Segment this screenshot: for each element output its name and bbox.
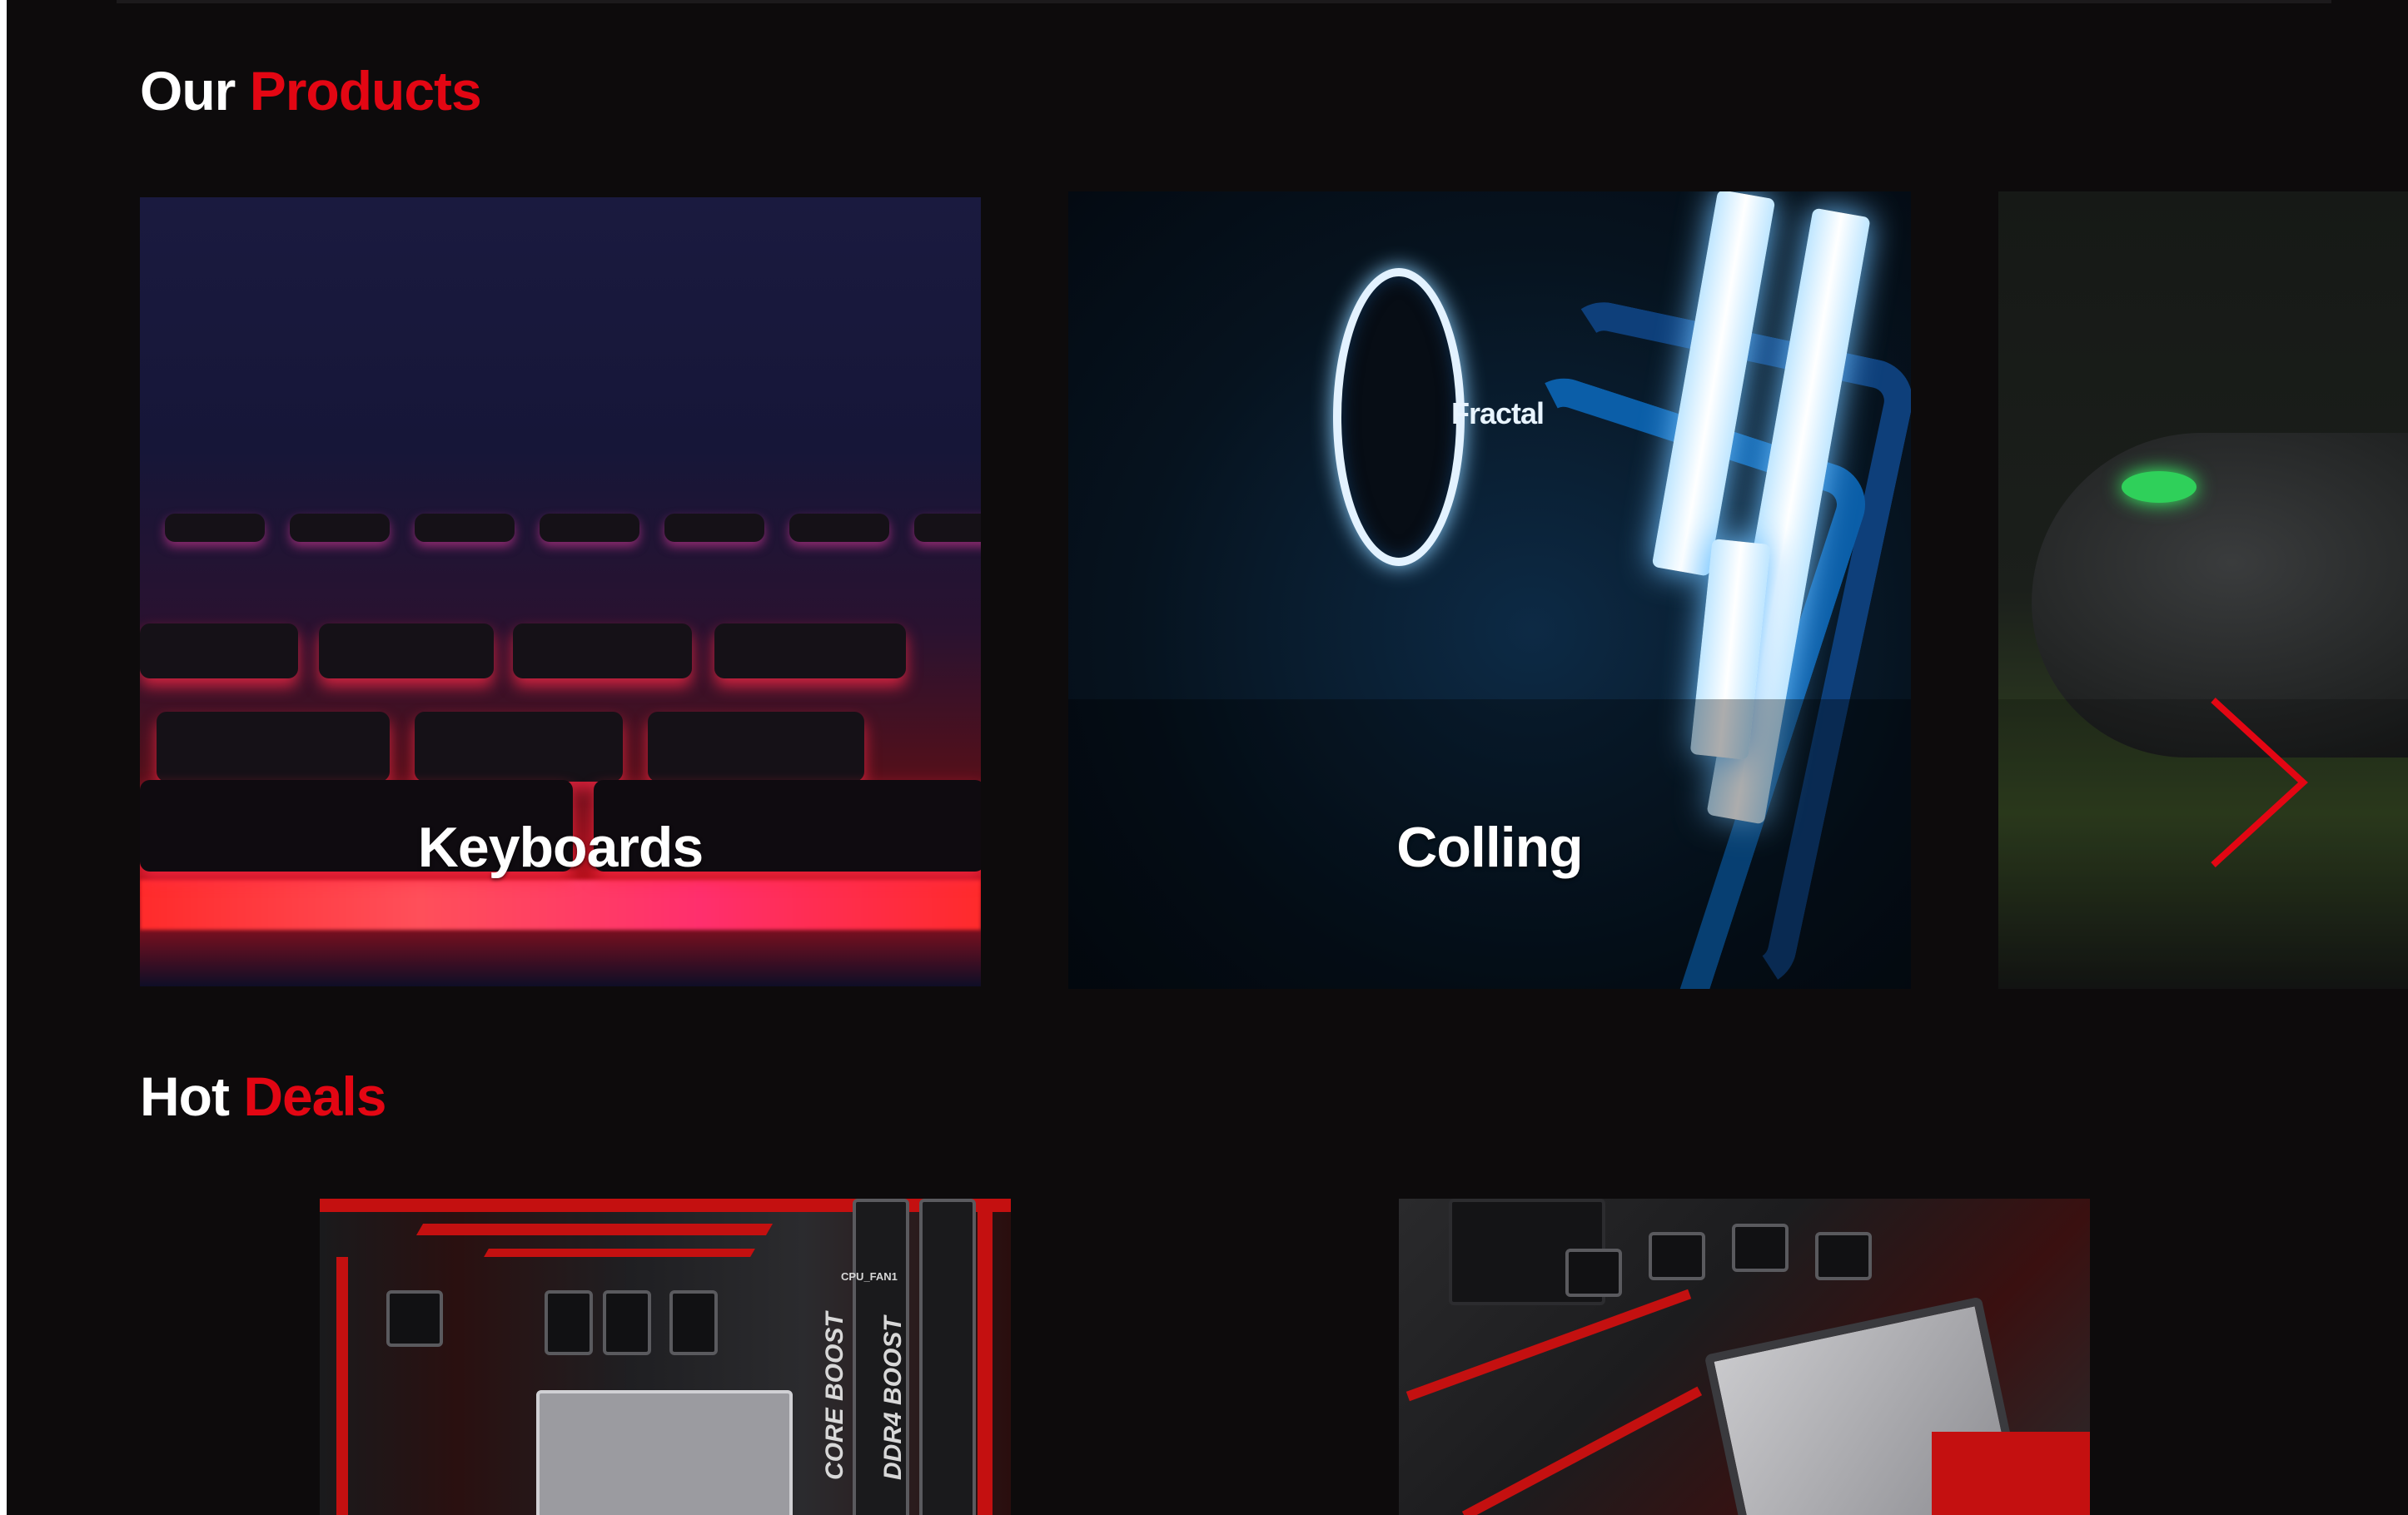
keycap — [789, 514, 889, 542]
deals-title-accent: Deals — [243, 1065, 386, 1127]
keycap — [415, 514, 515, 542]
products-carousel: Keyboards Fractal Colling — [0, 191, 2408, 991]
keycap — [140, 623, 298, 678]
board-silkscreen: CORE BOOST — [821, 1312, 848, 1480]
pcb-chip — [386, 1290, 443, 1347]
keycap — [540, 514, 639, 542]
keycap — [914, 514, 981, 542]
product-label-cooling: Colling — [1396, 816, 1583, 879]
pcb-chip — [1565, 1249, 1622, 1297]
keycap — [664, 514, 764, 542]
keyboard-backlight-glow — [140, 880, 981, 930]
product-card-mouse[interactable] — [1998, 191, 2408, 989]
brand-logo: Fractal — [1451, 396, 1545, 430]
deal-card-motherboard[interactable]: CORE BOOST DDR4 BOOST CPU_FAN1 — [320, 1199, 1011, 1515]
pump-ring — [1333, 268, 1465, 566]
deal-card-processor[interactable] — [1399, 1199, 2090, 1515]
pcb-chip — [669, 1290, 718, 1355]
cpu-socket — [536, 1390, 793, 1515]
products-section-title: Our Products — [140, 63, 482, 118]
pcb-chip — [603, 1290, 651, 1355]
products-title-prefix: Our — [140, 60, 236, 122]
deals-title-prefix: Hot — [140, 1065, 230, 1127]
keycap — [157, 712, 390, 782]
keycap — [290, 514, 390, 542]
products-title-accent: Products — [249, 60, 482, 122]
keycap — [648, 712, 864, 782]
pcb-trace — [415, 1224, 774, 1235]
product-card-cooling[interactable]: Fractal Colling — [1068, 191, 1911, 989]
keycap — [513, 623, 692, 678]
pcb-chip — [1649, 1232, 1705, 1280]
pcb-chip — [1815, 1232, 1872, 1280]
board-silkscreen: CPU_FAN1 — [841, 1270, 898, 1283]
product-label-keyboards: Keyboards — [417, 816, 704, 879]
pcb-trace — [336, 1257, 348, 1515]
chevron-right-icon[interactable] — [2208, 695, 2308, 870]
board-silkscreen: DDR4 BOOST — [879, 1316, 907, 1480]
pcb-chip — [545, 1290, 593, 1355]
pcb-trace — [484, 1249, 755, 1257]
keycap — [319, 623, 494, 678]
pcb-trace — [978, 1199, 993, 1515]
keycap — [165, 514, 265, 542]
pcb-trace — [1461, 1386, 1703, 1515]
pcb-trace — [1405, 1289, 1692, 1402]
deals-section-title: Hot Deals — [140, 1069, 386, 1124]
keycap — [714, 623, 906, 678]
keycap — [415, 712, 623, 782]
ram-slot — [919, 1199, 976, 1515]
card-caption-overlay — [1998, 699, 2408, 989]
product-card-keyboards[interactable]: Keyboards — [140, 197, 981, 986]
top-divider — [117, 0, 2331, 3]
pcb-chip — [1732, 1224, 1789, 1272]
mouse-led — [2122, 471, 2197, 503]
pcb-trace — [1932, 1432, 2090, 1515]
